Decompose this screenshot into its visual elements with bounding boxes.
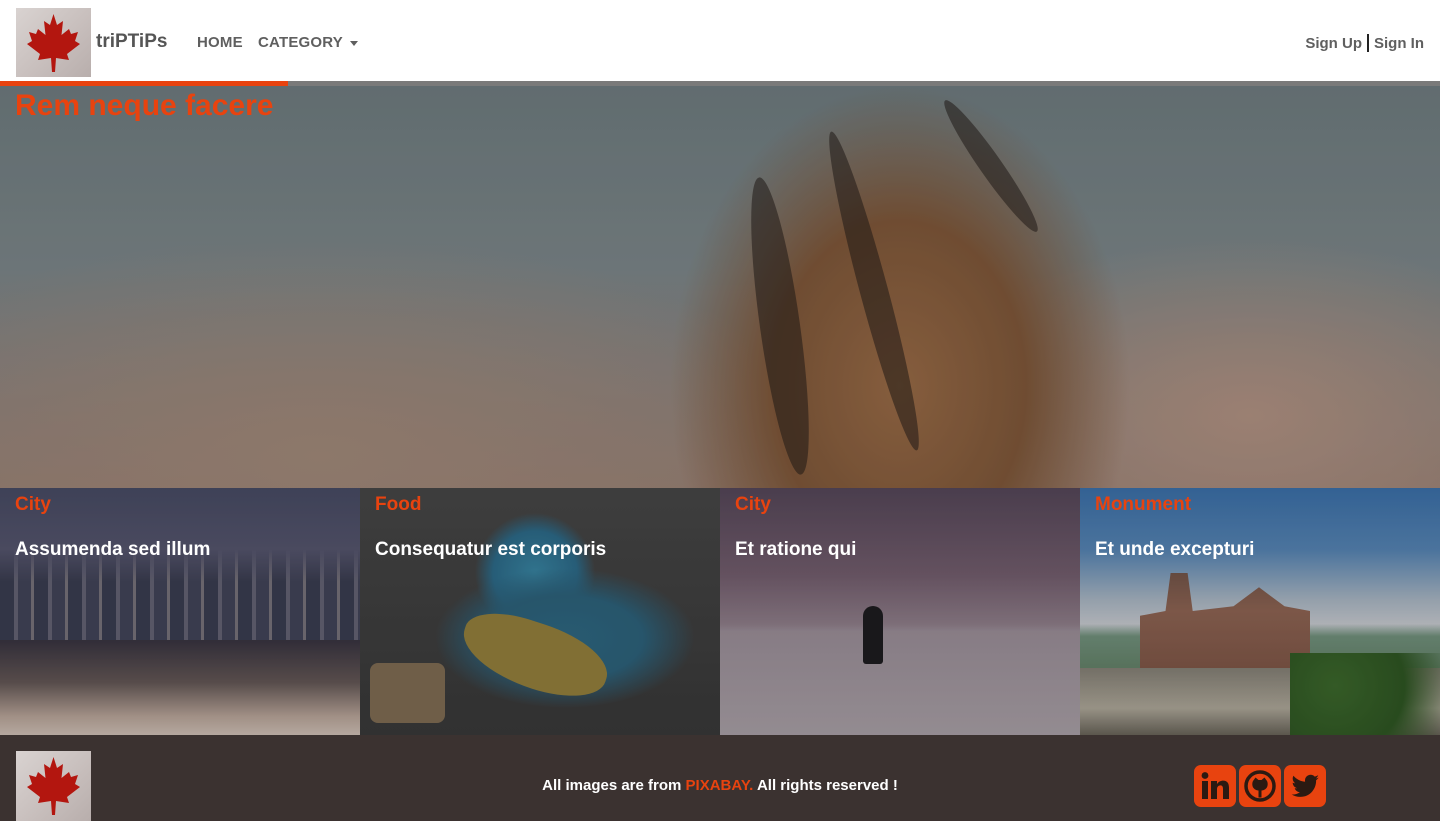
card-category[interactable]: City (15, 494, 51, 516)
brand-name[interactable]: triPTiPs (96, 31, 167, 53)
card-title[interactable]: Consequatur est corporis (375, 539, 606, 561)
navbar: triPTiPs HOME CATEGORY Sign Up Sign In (0, 0, 1440, 81)
card-food-consequatur[interactable]: Food Consequatur est corporis (360, 488, 720, 735)
card-overlay (360, 488, 720, 735)
card-monument-et-unde[interactable]: Monument Et unde excepturi (1080, 488, 1440, 735)
hero-title[interactable]: Rem neque facere (15, 89, 273, 123)
card-overlay (0, 488, 360, 735)
card-title[interactable]: Et ratione qui (735, 539, 856, 561)
twitter-icon[interactable] (1284, 765, 1326, 807)
sign-up-link[interactable]: Sign Up (1305, 35, 1362, 52)
card-overlay (720, 488, 1080, 735)
footer: All images are from PIXABAY. All rights … (0, 735, 1440, 821)
pixabay-link[interactable]: PIXABAY. (686, 777, 754, 794)
card-category[interactable]: Food (375, 494, 421, 516)
category-cards: City Assumenda sed illum Food Consequatu… (0, 488, 1440, 735)
card-category[interactable]: Monument (1095, 494, 1191, 516)
sign-in-link[interactable]: Sign In (1374, 35, 1424, 52)
card-title[interactable]: Et unde excepturi (1095, 539, 1254, 561)
footer-text-before: All images are from (542, 777, 686, 794)
card-category[interactable]: City (735, 494, 771, 516)
footer-text-after: All rights reserved ! (753, 777, 898, 794)
hero-carousel-slide[interactable]: Rem neque facere (0, 86, 1440, 488)
card-overlay (1080, 488, 1440, 735)
hero-overlay (0, 86, 1440, 488)
nav-category-dropdown[interactable]: CATEGORY (258, 34, 343, 51)
card-city-assumenda[interactable]: City Assumenda sed illum (0, 488, 360, 735)
chevron-down-icon[interactable] (350, 41, 358, 46)
card-city-et-ratione[interactable]: City Et ratione qui (720, 488, 1080, 735)
auth-divider (1367, 34, 1369, 52)
github-icon[interactable] (1239, 765, 1281, 807)
linkedin-icon[interactable] (1194, 765, 1236, 807)
card-title[interactable]: Assumenda sed illum (15, 539, 210, 561)
nav-home-link[interactable]: HOME (197, 34, 243, 51)
brand-logo-maple-leaf-icon[interactable] (16, 8, 91, 77)
auth-links: Sign Up Sign In (1305, 34, 1424, 52)
